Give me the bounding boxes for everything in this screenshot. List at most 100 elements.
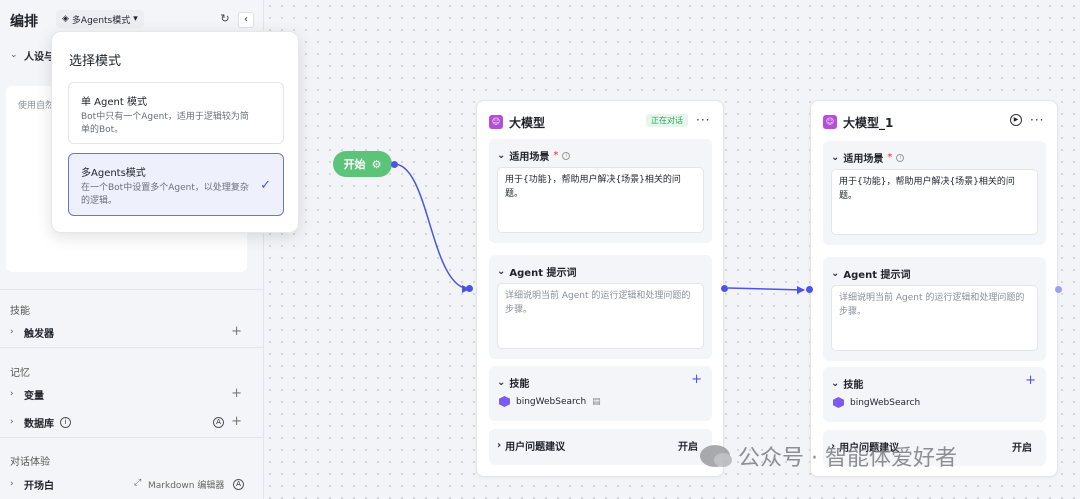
skill-item[interactable]: bingWebSearch [833,397,920,408]
required-mark: * [887,152,893,163]
llm-card[interactable]: ☺ 大模型_1 ▶ ··· ⌄ 适用场景 * i 用于{功能}，帮助用户解决{场景… [810,100,1058,477]
variables-row-label: 变量 [24,390,44,402]
scene-header[interactable]: ⌄ 适用场景 * i [831,150,905,165]
database-row-label: 数据库 [24,418,54,430]
info-icon: i [896,153,905,162]
auto-icon[interactable]: A [213,417,224,428]
skill-name: bingWebSearch [850,397,921,408]
layers-icon: ◈ [62,14,69,24]
start-node[interactable]: 开始 ⚙ [333,151,392,177]
single-agent-option[interactable]: 单 Agent 模式 Bot中只有一个Agent，适用于逻辑较为简单的Bot。 [68,82,284,144]
trigger-row[interactable]: › 触发器 + [0,321,264,343]
variables-row[interactable]: › 变量 + [0,383,264,405]
suggest-header[interactable]: › 用户问题建议 [497,438,565,453]
trigger-row-label: 触发器 [24,328,54,340]
card-title: 大模型_1 [843,115,894,130]
gear-icon: ⚙ [371,157,382,171]
mode-select-popup: 选择模式 单 Agent 模式 Bot中只有一个Agent，适用于逻辑较为简单的… [51,31,299,233]
scene-input[interactable]: 用于{功能}，帮助用户解决{场景}相关的问题。 [831,169,1038,235]
plugin-settings-icon[interactable]: ▤ [592,397,601,407]
edge-llm-to-llm1 [727,287,805,291]
chevron-down-icon: ⌄ [497,377,506,388]
card-header: ☺ 大模型 [489,113,545,131]
start-output-port[interactable] [391,161,398,168]
scene-section: ⌄ 适用场景 * i 用于{功能}，帮助用户解决{场景}相关的问题。 [823,141,1046,245]
play-icon[interactable]: ▶ [1010,114,1022,126]
panel-title: 编排 [10,14,38,30]
chevron-right-icon: › [10,327,14,337]
info-icon: i [562,151,571,160]
refresh-icon[interactable]: ↻ [218,12,232,26]
plugin-cube-icon [833,397,844,408]
auto-icon[interactable]: A [233,479,244,490]
skills-label: 技能 [509,379,530,390]
skill-item[interactable]: bingWebSearch ▤ [499,396,601,407]
more-icon[interactable]: ··· [1030,113,1044,127]
llm-input-port[interactable] [466,285,473,292]
section-skills: 技能 [10,306,30,317]
option-desc: Bot中只有一个Agent，适用于逻辑较为简单的Bot。 [81,112,249,135]
markdown-editor-label[interactable]: Markdown 编辑器 [148,478,224,491]
llm-card[interactable]: ☺ 大模型 正在对话 ··· ⌄ 适用场景 * i 用于{功能}，帮助用户解决{场… [476,100,724,477]
llm1-input-port[interactable] [806,286,813,293]
popup-title: 选择模式 [69,54,122,69]
chevron-down-icon: ⌄ [831,378,840,389]
prompt-input[interactable]: 详细说明当前 Agent 的运行逻辑和处理问题的步骤。 [497,283,704,349]
llm1-output-port[interactable] [1055,286,1062,293]
bot-icon: ☺ [823,115,837,129]
skills-section: ⌄ 技能 + bingWebSearch ▤ [489,366,712,421]
add-skill-icon[interactable]: + [1025,373,1036,388]
chevron-down-icon: ⌄ [497,266,506,277]
prompt-header[interactable]: ⌄ Agent 提示词 [497,264,576,279]
scene-label: 适用场景 [509,152,550,163]
wechat-icon [700,445,732,467]
mode-selector[interactable]: ◈ 多Agents模式 ▾ [56,10,144,28]
divider [0,347,264,348]
prompt-header[interactable]: ⌄ Agent 提示词 [831,266,910,281]
chevron-right-icon: › [10,417,14,427]
prompt-label: Agent 提示词 [509,268,577,279]
chevron-down-icon: ⌄ [831,152,840,163]
prompt-section: ⌄ Agent 提示词 详细说明当前 Agent 的运行逻辑和处理问题的步骤。 [489,255,712,359]
prompt-section: ⌄ Agent 提示词 详细说明当前 Agent 的运行逻辑和处理问题的步骤。 [823,257,1046,361]
skills-header[interactable]: ⌄ 技能 [497,375,529,390]
expand-icon[interactable]: ⤢ [134,478,141,488]
opening-row[interactable]: › 开场白 ⤢ Markdown 编辑器 A [0,473,264,495]
collapse-panel-button[interactable]: ‹ [238,12,254,28]
bot-icon: ☺ [489,115,503,129]
add-trigger-icon[interactable]: + [231,324,242,339]
plugin-cube-icon [499,396,510,407]
prompt-input[interactable]: 详细说明当前 Agent 的运行逻辑和处理问题的步骤。 [831,285,1038,351]
scene-header[interactable]: ⌄ 适用场景 * i [497,148,571,163]
llm-output-port[interactable] [721,285,728,292]
database-row[interactable]: › 数据库 i A + [0,411,264,433]
add-skill-icon[interactable]: + [691,372,702,387]
multi-agent-option[interactable]: 多Agents模式 在一个Bot中设置多个Agent，以处理复杂的逻辑。 ✓ [68,153,284,216]
edge-arrow-2 [797,286,805,294]
info-icon: i [60,417,71,428]
more-icon[interactable]: ··· [696,113,710,127]
divider [0,289,264,290]
suggest-value[interactable]: 开启 [678,438,698,453]
check-icon: ✓ [260,178,271,193]
chevron-down-icon: ⌄ [10,50,18,60]
scene-input[interactable]: 用于{功能}，帮助用户解决{场景}相关的问题。 [497,167,704,233]
skills-label: 技能 [843,380,864,391]
persona-prompt-placeholder: 使用自然 [18,101,55,111]
caret-down-icon: ▾ [133,14,138,24]
chevron-right-icon: › [10,479,14,489]
skills-header[interactable]: ⌄ 技能 [831,376,863,391]
chevron-down-icon: ⌄ [497,150,506,161]
mode-selector-label: 多Agents模式 [71,15,131,26]
watermark: 公众号 · 智能体爱好者 [700,440,957,472]
scene-section: ⌄ 适用场景 * i 用于{功能}，帮助用户解决{场景}相关的问题。 [489,139,712,243]
chevron-down-icon: ⌄ [831,268,840,279]
add-database-icon[interactable]: + [231,414,242,429]
add-variable-icon[interactable]: + [231,386,242,401]
watermark-text: 公众号 · 智能体爱好者 [738,446,957,471]
required-mark: * [553,150,559,161]
prompt-label: Agent 提示词 [843,270,911,281]
suggest-value[interactable]: 开启 [1012,439,1032,454]
suggest-label: 用户问题建议 [505,442,566,453]
chevron-right-icon: › [497,440,502,451]
